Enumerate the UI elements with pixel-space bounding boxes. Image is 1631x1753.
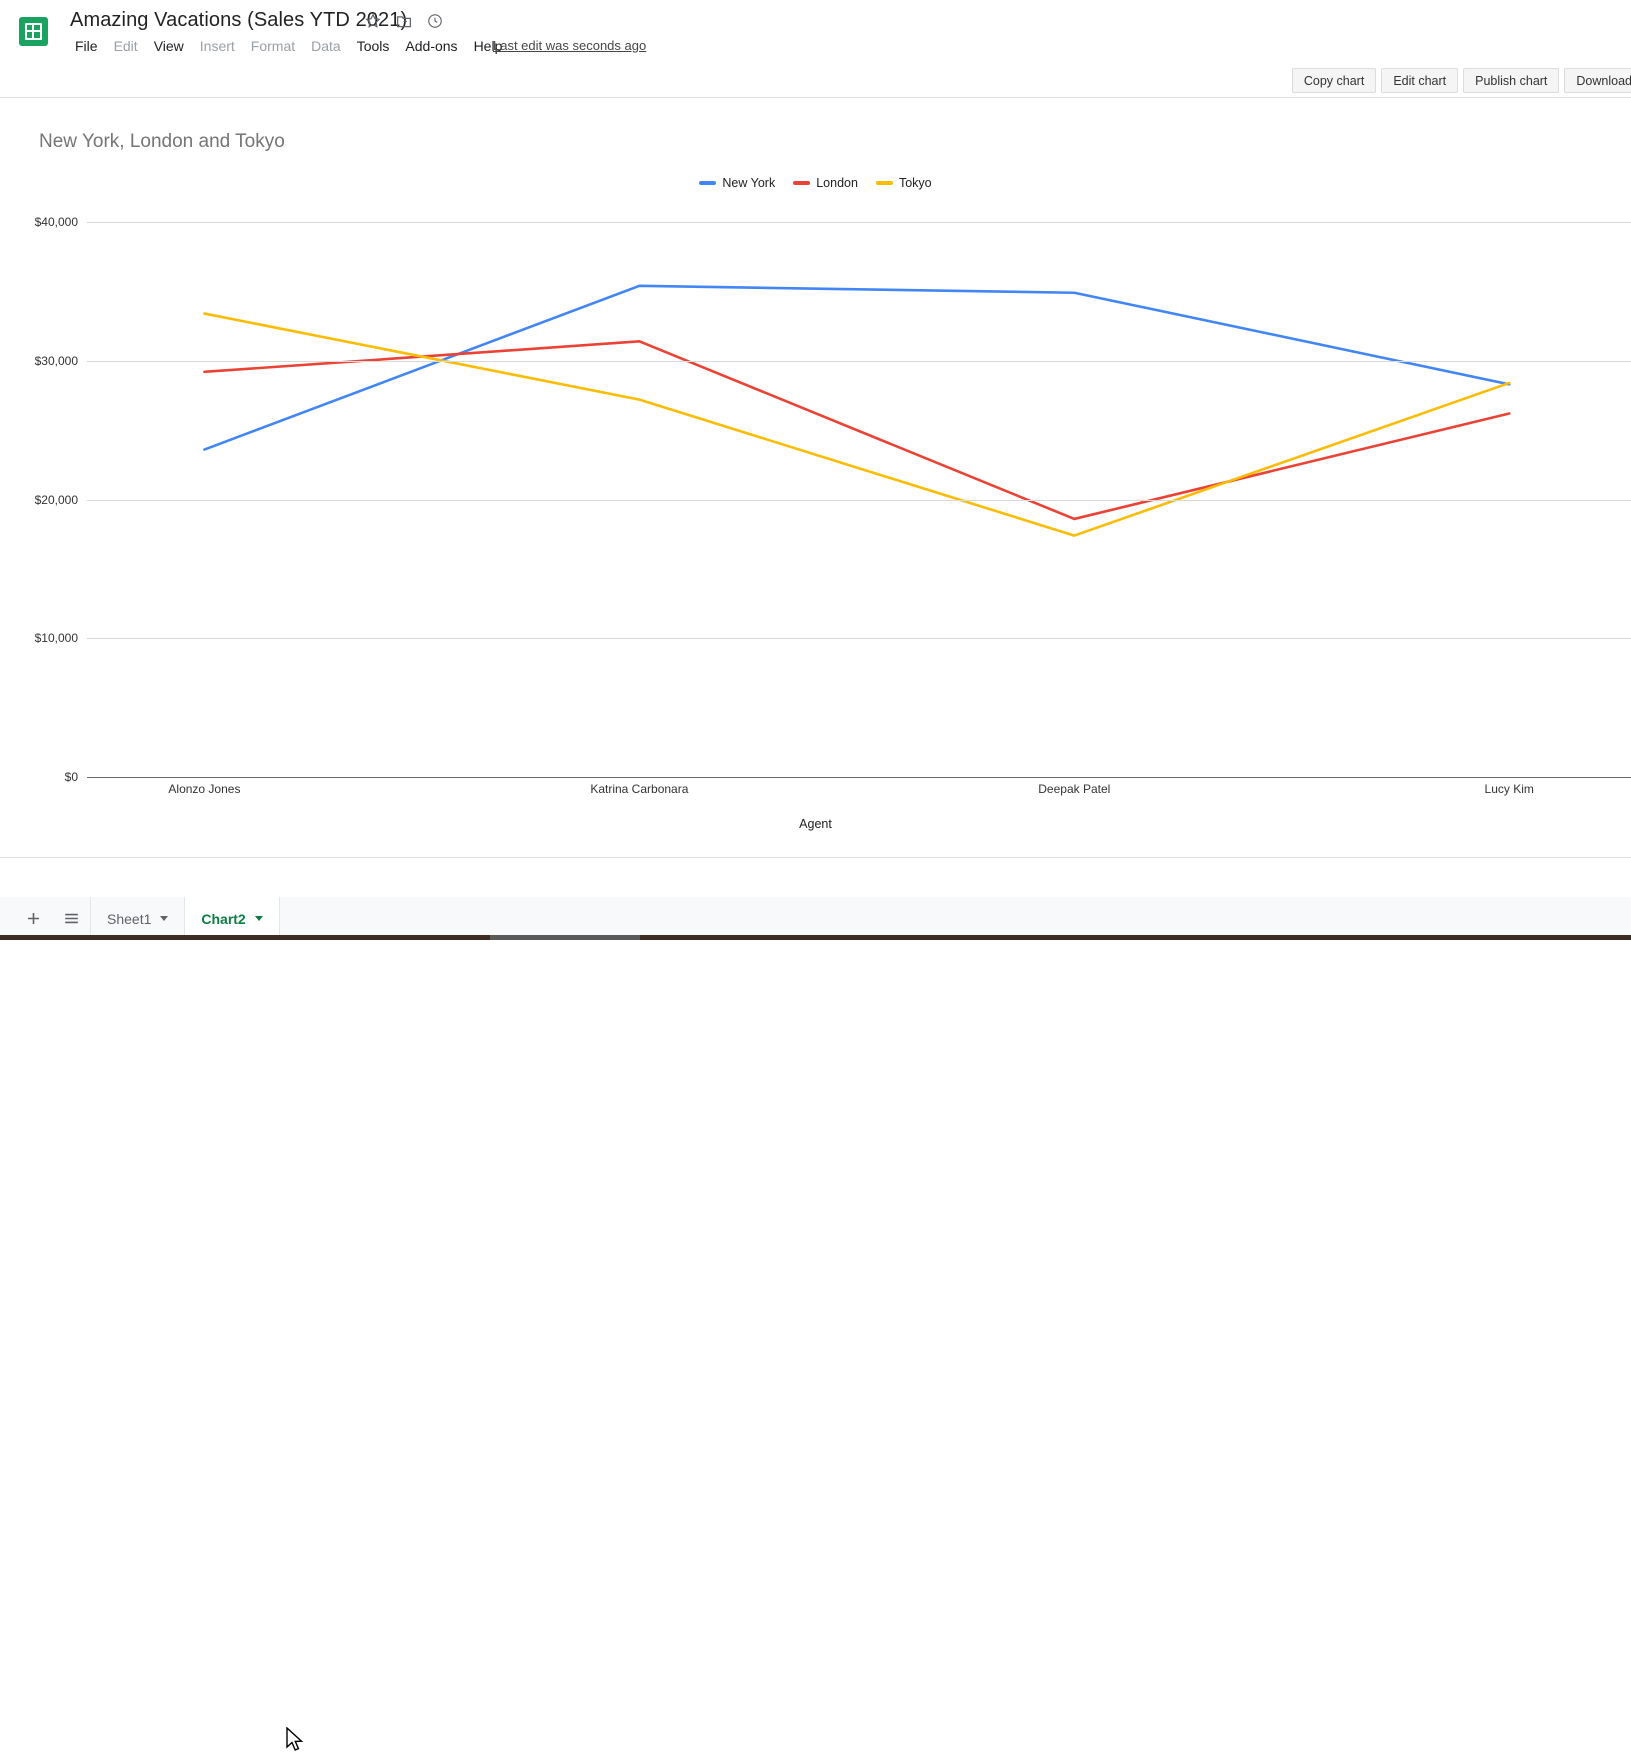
all-sheets-button[interactable] <box>52 897 90 940</box>
download-chart-button[interactable]: Download <box>1564 68 1631 93</box>
gridline <box>87 222 1631 223</box>
move-to-folder-icon[interactable] <box>395 12 413 30</box>
y-axis-tick-label: $40,000 <box>34 215 78 229</box>
series-line-tokyo <box>203 312 1511 537</box>
star-icon[interactable] <box>364 12 382 30</box>
x-axis-tick-label: Katrina Carbonara <box>590 782 689 796</box>
chart-action-toolbar: Copy chart Edit chart Publish chart Down… <box>0 62 1631 98</box>
gridline <box>87 499 1631 501</box>
chart-series-layer <box>203 284 1511 537</box>
menu-item-insert[interactable]: Insert <box>192 36 243 56</box>
menu-item-addons[interactable]: Add-ons <box>397 36 465 56</box>
sheet-tab-label: Chart2 <box>201 910 246 927</box>
chevron-down-icon[interactable] <box>160 916 169 921</box>
copy-chart-button[interactable]: Copy chart <box>1291 68 1377 93</box>
cloud-saved-icon[interactable] <box>426 12 444 30</box>
window-bottom-strip <box>0 935 1631 940</box>
chart-canvas: New York, London and Tokyo New York Lond… <box>0 99 1631 857</box>
x-axis-tick-label: Deepak Patel <box>1038 782 1111 796</box>
gridline <box>87 638 1631 640</box>
sheet-tab-chart2[interactable]: Chart2 <box>184 897 280 940</box>
x-axis-tick-label: Lucy Kim <box>1484 782 1534 796</box>
sheet-bar: Sheet1 Chart2 <box>0 857 1631 1751</box>
edit-chart-button[interactable]: Edit chart <box>1381 68 1459 93</box>
y-axis-tick-label: $0 <box>64 770 78 784</box>
toolbar-button-group: Copy chart Edit chart Publish chart Down… <box>1291 68 1631 93</box>
title-bar: Amazing Vacations (Sales YTD 2021) File … <box>0 0 1631 62</box>
menu-item-data[interactable]: Data <box>303 36 349 56</box>
y-axis-tick-label: $10,000 <box>34 631 78 646</box>
x-axis-title: Agent <box>799 817 832 831</box>
sheet-tab-sheet1[interactable]: Sheet1 <box>90 897 184 940</box>
menu-item-tools[interactable]: Tools <box>349 36 398 56</box>
chevron-down-icon[interactable] <box>254 916 263 921</box>
add-sheet-button[interactable] <box>14 897 52 940</box>
title-icon-group <box>364 12 444 30</box>
menu-item-file[interactable]: File <box>67 36 106 56</box>
sheet-tab-strip: Sheet1 Chart2 <box>0 897 1631 940</box>
y-axis-tick-label: $30,000 <box>34 353 78 368</box>
gridline <box>87 360 1631 362</box>
series-line-london <box>203 340 1511 521</box>
series-line-new-york <box>203 284 1511 451</box>
google-sheets-logo-icon <box>19 17 48 46</box>
menu-item-format[interactable]: Format <box>243 36 303 56</box>
sheet-tab-label: Sheet1 <box>107 910 152 927</box>
chart-plot-area: $40,000 $30,000 $20,000 $10,000 $0 Alonzo Jon… <box>0 99 1631 857</box>
gridline <box>87 777 1631 778</box>
publish-chart-button[interactable]: Publish chart <box>1463 68 1560 93</box>
menu-item-edit[interactable]: Edit <box>106 36 146 56</box>
document-title[interactable]: Amazing Vacations (Sales YTD 2021) <box>70 9 407 32</box>
y-axis-tick-label: $20,000 <box>34 492 78 507</box>
mouse-cursor-icon <box>286 1727 304 1751</box>
x-axis-tick-label: Alonzo Jones <box>168 782 241 796</box>
menu-bar: File Edit View Insert Format Data Tools … <box>67 36 510 56</box>
menu-item-view[interactable]: View <box>146 36 192 56</box>
last-edit-status[interactable]: Last edit was seconds ago <box>493 38 646 53</box>
